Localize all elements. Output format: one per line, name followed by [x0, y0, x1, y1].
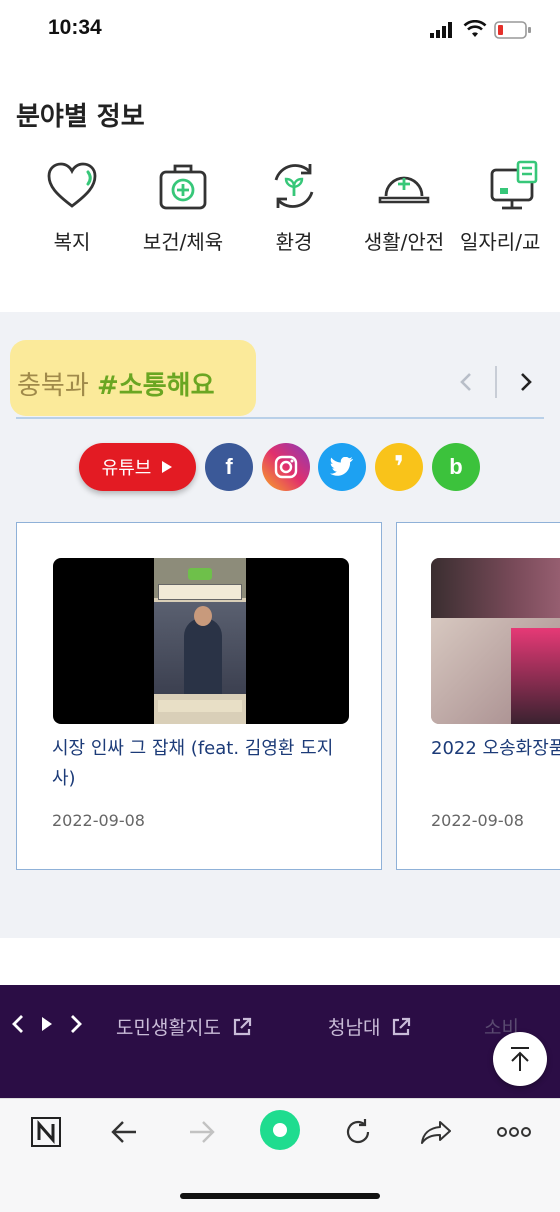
band-icon: b	[449, 454, 463, 479]
video-thumbnail[interactable]	[431, 558, 560, 724]
play-icon	[162, 461, 173, 473]
category-label: 일자리/교	[460, 230, 541, 254]
wifi-icon	[463, 19, 487, 42]
share-button[interactable]	[412, 1110, 460, 1154]
sns-title-part1: 충북과	[17, 371, 98, 401]
play-icon[interactable]	[40, 1013, 54, 1035]
category-welfare[interactable]: 복지	[17, 158, 127, 255]
prev-arrow-icon[interactable]	[456, 370, 476, 398]
arrow-up-icon	[511, 1047, 529, 1071]
category-label: 보건/체육	[142, 230, 224, 254]
card-title[interactable]: 2022 오송화장품	[431, 734, 560, 764]
facebook-icon: f	[225, 454, 233, 479]
back-button[interactable]	[100, 1110, 148, 1154]
category-label: 복지	[53, 230, 91, 254]
arrow-divider	[495, 366, 497, 398]
band-controls	[10, 1013, 84, 1035]
link-cheongnamdae[interactable]: 청남대	[328, 1013, 412, 1040]
youtube-button[interactable]: 유튜브	[79, 443, 196, 491]
naver-n-icon	[31, 1117, 61, 1147]
thumb-top	[431, 558, 560, 618]
link-map[interactable]: 도민생활지도	[116, 1013, 253, 1040]
refresh-icon	[346, 1119, 370, 1144]
category-health[interactable]: 보건/체육	[128, 158, 238, 255]
section-title: 분야별 정보	[16, 102, 145, 132]
signal-icon	[430, 22, 456, 42]
category-label: 생활/안전	[363, 230, 445, 254]
poster-caption	[158, 700, 242, 712]
category-safety[interactable]: 생활/안전	[349, 158, 459, 255]
heart-icon	[47, 162, 97, 208]
safety-helmet-icon	[378, 176, 430, 204]
related-sites-band	[0, 985, 560, 1098]
poster-figure	[184, 618, 222, 694]
category-environment[interactable]: 환경	[239, 158, 349, 255]
naver-home-button[interactable]	[22, 1110, 70, 1154]
home-indicator	[180, 1193, 380, 1199]
band-button[interactable]: b	[432, 443, 480, 491]
eco-cycle-icon	[274, 164, 314, 208]
medical-kit-icon	[159, 164, 207, 210]
twitter-icon	[330, 457, 353, 476]
thumb-figure	[511, 628, 560, 724]
kakao-button[interactable]: ❜	[375, 443, 423, 491]
instagram-button[interactable]	[262, 443, 310, 491]
card-date: 2022-09-08	[431, 811, 524, 830]
share-icon	[421, 1121, 451, 1144]
poster-banner	[158, 584, 242, 600]
green-dot-button[interactable]	[256, 1108, 304, 1152]
link-label: 도민생활지도	[116, 1017, 221, 1039]
battery-icon	[494, 20, 532, 44]
back-arrow-icon	[111, 1121, 136, 1143]
category-label: 환경	[275, 230, 313, 254]
kakao-icon: ❜	[393, 449, 405, 485]
green-dot-icon	[260, 1110, 300, 1150]
scroll-top-button[interactable]	[493, 1032, 547, 1086]
external-link-icon	[233, 1017, 251, 1035]
card-title[interactable]: 시장 인싸 그 잡채 (feat. 김영환 도지사)	[52, 734, 352, 794]
video-card[interactable]: 시장 인싸 그 잡채 (feat. 김영환 도지사) 2022-09-08	[16, 522, 382, 870]
external-link-icon	[393, 1017, 411, 1035]
instagram-icon	[274, 455, 298, 479]
prev-icon[interactable]	[10, 1013, 26, 1035]
video-card[interactable]: 2022 오송화장품 2022-09-08	[396, 522, 560, 870]
youtube-label: 유튜브	[101, 458, 152, 479]
link-label: 청남대	[328, 1017, 381, 1039]
more-dots-icon	[497, 1127, 531, 1137]
next-icon[interactable]	[68, 1013, 84, 1035]
status-time: 10:34	[48, 16, 102, 39]
sns-title-hashtag: #소통해요	[97, 371, 215, 401]
jobs-monitor-icon	[490, 160, 538, 210]
video-thumbnail[interactable]	[53, 558, 349, 724]
page: 10:34 분야별 정보 복지 보건/체육 환경 생활/안전 일자리/교 충북과…	[0, 0, 560, 1212]
refresh-button[interactable]	[334, 1110, 382, 1154]
more-button[interactable]	[490, 1110, 538, 1154]
category-jobs[interactable]: 일자리/교	[460, 158, 560, 255]
forward-arrow-icon	[190, 1121, 215, 1143]
thumbnail-poster	[154, 558, 246, 724]
poster-logo	[188, 568, 212, 580]
forward-button[interactable]	[178, 1110, 226, 1154]
next-arrow-icon[interactable]	[516, 370, 536, 398]
facebook-button[interactable]: f	[205, 443, 253, 491]
card-date: 2022-09-08	[52, 811, 145, 830]
section-divider	[16, 417, 544, 419]
poster-face	[194, 606, 212, 626]
sns-section-title: 충북과 #소통해요	[17, 365, 215, 402]
twitter-button[interactable]	[318, 443, 366, 491]
